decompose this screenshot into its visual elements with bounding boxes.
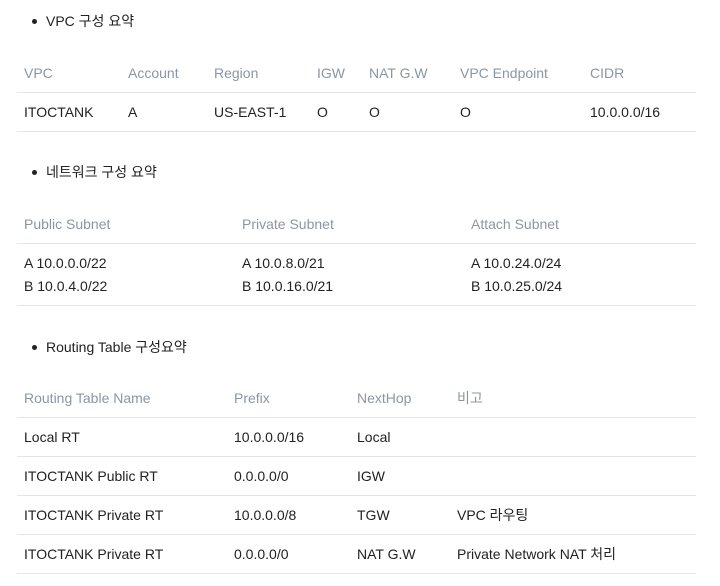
column-header: 비고 <box>450 379 696 418</box>
table-cell: A 10.0.8.0/21 B 10.0.16.0/21 <box>235 243 464 306</box>
table-header-row: Public Subnet Private Subnet Attach Subn… <box>17 205 696 244</box>
bullet-icon <box>32 18 37 24</box>
table-cell: O <box>310 92 362 132</box>
column-header: Account <box>121 54 207 93</box>
table-cell: NAT G.W <box>350 534 450 574</box>
table-cell: 10.0.0.0/16 <box>227 417 350 457</box>
subnet-entry: A 10.0.8.0/21 <box>242 254 325 271</box>
table-cell: A 10.0.0.0/22 B 10.0.4.0/22 <box>17 243 235 306</box>
table-cell: O <box>453 92 583 132</box>
subnet-entry: B 10.0.16.0/21 <box>242 277 334 294</box>
table-cell: ITOCTANK Private RT <box>17 495 227 535</box>
section-title-routing-text: Routing Table 구성요약 <box>46 339 187 355</box>
table-row: ITOCTANK A US-EAST-1 O O O 10.0.0.0/16 <box>17 92 696 132</box>
table-cell: Local RT <box>17 417 227 457</box>
network-summary-table: Public Subnet Private Subnet Attach Subn… <box>17 205 696 306</box>
table-header-row: VPC Account Region IGW NAT G.W VPC Endpo… <box>17 54 696 93</box>
table-row: A 10.0.0.0/22 B 10.0.4.0/22 A 10.0.8.0/2… <box>17 243 696 306</box>
table-cell: TGW <box>350 495 450 535</box>
section-title-vpc-text: VPC 구성 요약 <box>46 13 135 29</box>
table-cell: Local <box>350 417 450 457</box>
column-header: VPC <box>17 54 121 93</box>
table-header-row: Routing Table Name Prefix NextHop 비고 <box>17 379 696 418</box>
routing-table-summary: Routing Table Name Prefix NextHop 비고 Loc… <box>17 379 696 574</box>
table-cell: 10.0.0.0/8 <box>227 495 350 535</box>
column-header: Region <box>207 54 310 93</box>
column-header: Prefix <box>227 379 350 418</box>
table-cell <box>450 456 696 496</box>
column-header: CIDR <box>583 54 696 93</box>
table-cell: A 10.0.24.0/24 B 10.0.25.0/24 <box>464 243 696 306</box>
column-header: Attach Subnet <box>464 205 696 244</box>
subnet-entry: B 10.0.25.0/24 <box>471 277 563 294</box>
table-cell: VPC 라우팅 <box>450 495 696 535</box>
table-cell: IGW <box>350 456 450 496</box>
section-title-network: 네트워크 구성 요약 <box>32 162 157 182</box>
column-header: Private Subnet <box>235 205 464 244</box>
table-row: ITOCTANK Public RT 0.0.0.0/0 IGW <box>17 456 696 496</box>
column-header: VPC Endpoint <box>453 54 583 93</box>
subnet-entry: B 10.0.4.0/22 <box>24 277 108 294</box>
table-cell: 0.0.0.0/0 <box>227 456 350 496</box>
column-header: NAT G.W <box>362 54 453 93</box>
table-row: Local RT 10.0.0.0/16 Local <box>17 417 696 457</box>
section-title-routing: Routing Table 구성요약 <box>32 337 187 357</box>
table-cell: 0.0.0.0/0 <box>227 534 350 574</box>
bullet-icon <box>32 169 37 175</box>
table-row: ITOCTANK Private RT 0.0.0.0/0 NAT G.W Pr… <box>17 534 696 574</box>
column-header: NextHop <box>350 379 450 418</box>
table-cell: ITOCTANK Private RT <box>17 534 227 574</box>
column-header: IGW <box>310 54 362 93</box>
vpc-summary-table: VPC Account Region IGW NAT G.W VPC Endpo… <box>17 54 696 132</box>
subnet-entry: A 10.0.0.0/22 <box>24 254 107 271</box>
table-cell: US-EAST-1 <box>207 92 310 132</box>
subnet-entry: A 10.0.24.0/24 <box>471 254 562 271</box>
table-row: ITOCTANK Private RT 10.0.0.0/8 TGW VPC 라… <box>17 495 696 535</box>
table-cell: O <box>362 92 453 132</box>
table-cell: 10.0.0.0/16 <box>583 92 696 132</box>
bullet-icon <box>32 344 37 350</box>
column-header: Routing Table Name <box>17 379 227 418</box>
table-cell: Private Network NAT 처리 <box>450 534 696 574</box>
section-title-network-text: 네트워크 구성 요약 <box>46 164 157 180</box>
column-header: Public Subnet <box>17 205 235 244</box>
table-cell: ITOCTANK Public RT <box>17 456 227 496</box>
section-title-vpc: VPC 구성 요약 <box>32 11 134 31</box>
table-cell <box>450 417 696 457</box>
table-cell: A <box>121 92 207 132</box>
table-cell: ITOCTANK <box>17 92 121 132</box>
